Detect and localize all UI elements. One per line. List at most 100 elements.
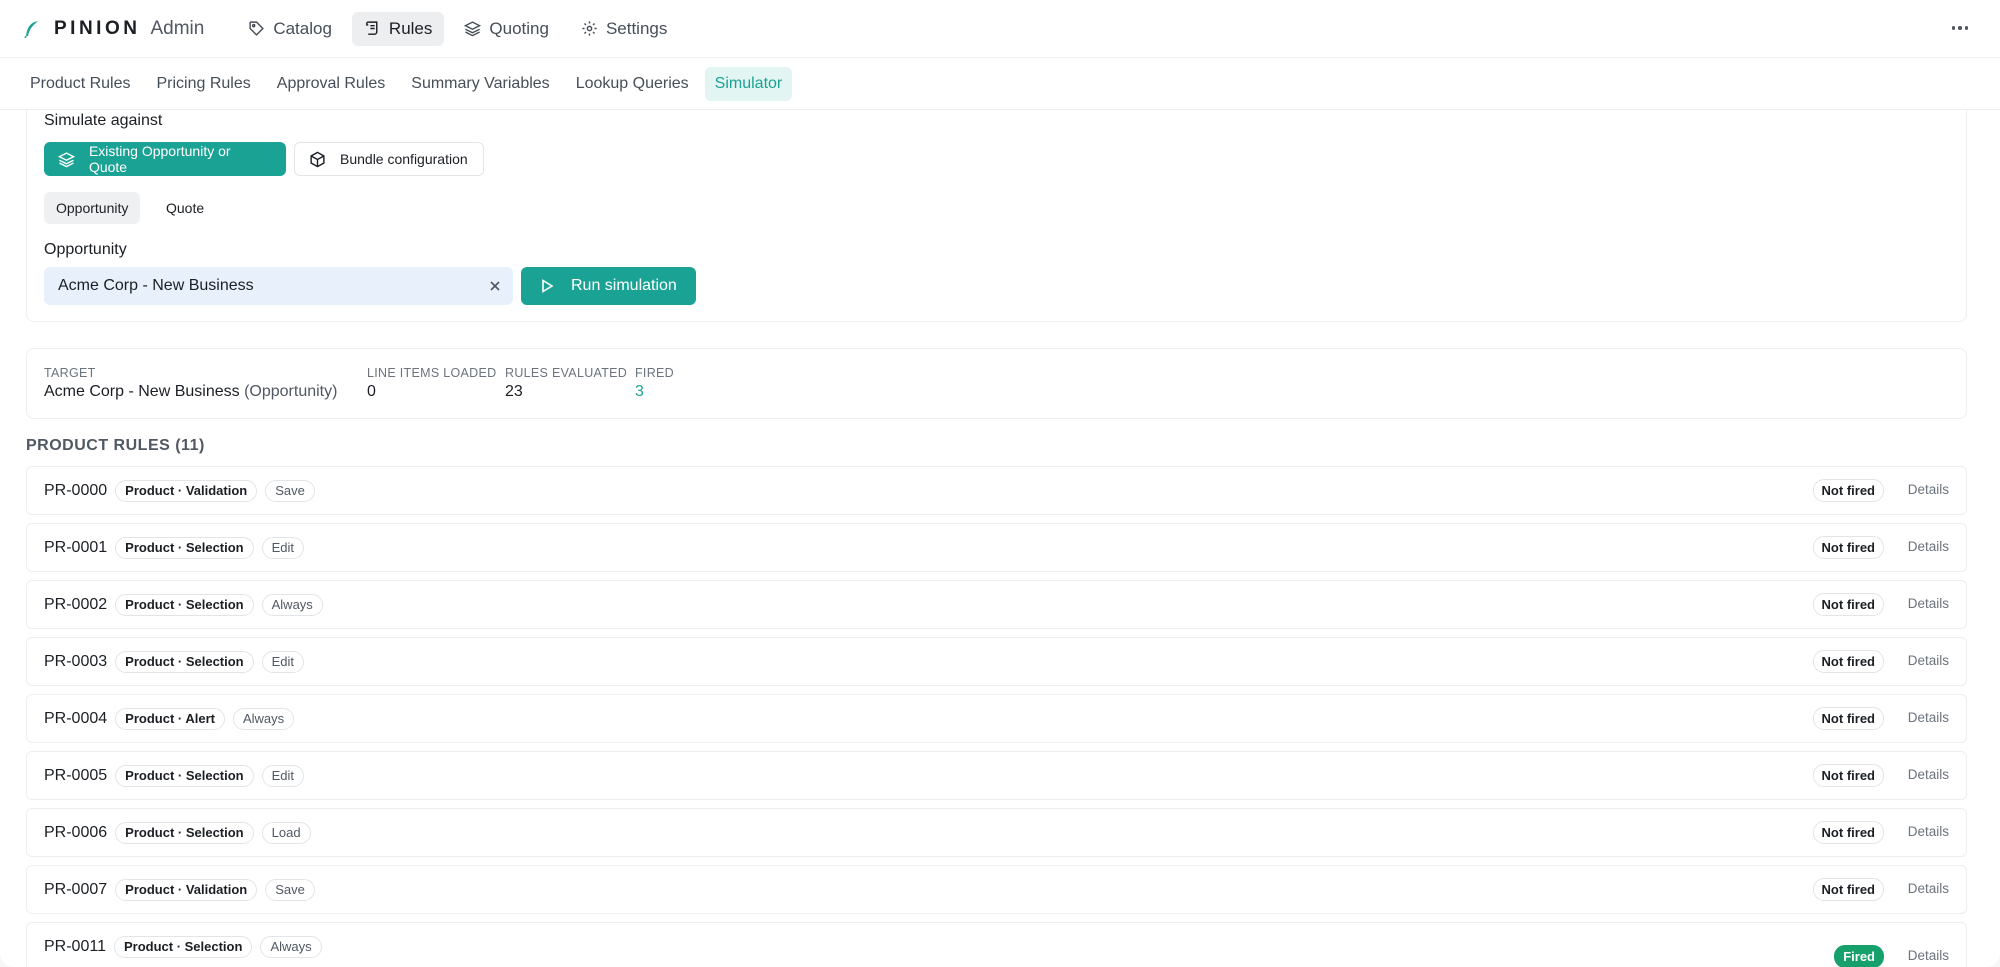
tab-product-rules[interactable]: Product Rules <box>20 67 141 101</box>
tab-summary-variables[interactable]: Summary Variables <box>401 67 559 101</box>
rule-id: PR-0000 <box>44 481 108 499</box>
rules-subnav: Product Rules Pricing Rules Approval Rul… <box>0 58 2000 110</box>
scroll-icon <box>366 21 378 35</box>
layers-icon <box>58 151 75 167</box>
stat-rules-evaluated-value: 23 <box>505 383 523 400</box>
rule-row[interactable]: PR-0005 Product · Selection Edit Not fir… <box>26 751 1967 800</box>
stat-fired-label: FIRED <box>635 366 674 380</box>
rule-row[interactable]: PR-0003 Product · Selection Edit Not fir… <box>26 637 1967 686</box>
rule-id: PR-0007 <box>44 880 108 898</box>
stat-line-items-value: 0 <box>367 383 376 400</box>
details-link[interactable]: Details <box>1908 482 1949 497</box>
rule-trigger-tag: Always <box>232 707 295 730</box>
status-badge: Not fired <box>1812 650 1884 673</box>
more-options-icon[interactable] <box>1950 18 1970 38</box>
rule-trigger-tag: Save <box>265 479 315 502</box>
status-badge: Not fired <box>1812 536 1884 559</box>
rule-id: PR-0011 <box>44 937 106 955</box>
details-link[interactable]: Details <box>1908 710 1949 725</box>
rule-trigger-tag: Edit <box>261 650 305 673</box>
simulate-panel: Simulate against Existing Opportunity or… <box>26 110 1967 322</box>
stat-target: TARGET Acme Corp - New Business (Opportu… <box>44 366 337 401</box>
rule-type-tag: Product · Validation <box>115 878 258 901</box>
rule-type-tag: Product · Selection <box>113 935 253 958</box>
stat-line-items-label: LINE ITEMS LOADED <box>367 366 497 380</box>
stat-rules-evaluated: RULES EVALUATED 23 <box>505 366 627 401</box>
topnav-rules[interactable]: Rules <box>351 11 445 46</box>
details-link[interactable]: Details <box>1908 824 1949 839</box>
details-link[interactable]: Details <box>1908 881 1949 896</box>
simulation-summary: TARGET Acme Corp - New Business (Opportu… <box>26 348 1967 419</box>
segment-opportunity[interactable]: Opportunity <box>44 192 141 224</box>
brand-name: PINION <box>54 17 141 39</box>
tab-approval-rules[interactable]: Approval Rules <box>267 67 396 101</box>
box-icon <box>310 151 325 167</box>
topnav-settings[interactable]: Settings <box>569 12 679 46</box>
status-badge: Not fired <box>1812 878 1884 901</box>
status-badge: Not fired <box>1812 821 1884 844</box>
stat-line-items: LINE ITEMS LOADED 0 <box>367 366 496 401</box>
stat-fired-value: 3 <box>635 383 644 400</box>
opportunity-label: Opportunity <box>44 241 127 258</box>
rule-row[interactable]: PR-0011 Product · Selection Always Fired… <box>26 922 1967 967</box>
rule-row[interactable]: PR-0002 Product · Selection Always Not f… <box>26 580 1967 629</box>
rule-row[interactable]: PR-0004 Product · Alert Always Not fired… <box>26 694 1967 743</box>
opportunity-input[interactable]: Acme Corp - New Business <box>44 267 513 305</box>
top-bar: PINION Admin Catalog Rules Quoting Setti… <box>0 0 2000 58</box>
stat-fired: FIRED 3 <box>635 366 674 401</box>
topnav-label: Catalog <box>273 18 332 38</box>
tab-lookup-queries[interactable]: Lookup Queries <box>566 67 699 101</box>
topnav-catalog[interactable]: Catalog <box>236 12 344 46</box>
status-badge: Not fired <box>1812 707 1884 730</box>
rule-type-tag: Product · Validation <box>115 479 258 502</box>
rule-trigger-tag: Edit <box>261 536 305 559</box>
status-badge-fired: Fired <box>1834 945 1884 967</box>
details-link[interactable]: Details <box>1908 767 1949 782</box>
run-simulation-button[interactable]: Run simulation <box>521 267 696 305</box>
status-badge: Not fired <box>1812 764 1884 787</box>
close-icon[interactable] <box>487 278 503 294</box>
rule-row[interactable]: PR-0001 Product · Selection Edit Not fir… <box>26 523 1967 572</box>
rule-trigger-tag: Save <box>265 878 315 901</box>
feather-logo-icon <box>24 20 38 38</box>
run-simulation-label: Run simulation <box>571 277 677 294</box>
rule-trigger-tag: Always <box>260 935 322 958</box>
rule-id: PR-0001 <box>44 538 108 556</box>
layers-icon <box>464 21 482 37</box>
existing-opportunity-button[interactable]: Existing Opportunity or Quote <box>44 142 286 176</box>
details-link[interactable]: Details <box>1908 948 1949 963</box>
bundle-configuration-button[interactable]: Bundle configuration <box>294 142 484 176</box>
rule-id: PR-0002 <box>44 595 108 613</box>
stat-rules-evaluated-label: RULES EVALUATED <box>505 366 628 380</box>
topnav-quoting[interactable]: Quoting <box>452 12 561 46</box>
rule-type-tag: Product · Selection <box>115 764 254 787</box>
rule-id: PR-0003 <box>44 652 108 670</box>
rule-type-tag: Product · Selection <box>115 821 254 844</box>
rule-id: PR-0005 <box>44 766 108 784</box>
stat-target-value: Acme Corp - New Business (Opportunity) <box>44 383 338 400</box>
status-badge: Not fired <box>1812 479 1884 502</box>
rule-type-tag: Product · Alert <box>115 707 225 730</box>
rule-row[interactable]: PR-0006 Product · Selection Load Not fir… <box>26 808 1967 857</box>
details-link[interactable]: Details <box>1908 596 1949 611</box>
gear-icon <box>582 21 597 36</box>
rule-type-tag: Product · Selection <box>115 593 254 616</box>
rule-id: PR-0004 <box>44 709 108 727</box>
app-window: PINION Admin Catalog Rules Quoting Setti… <box>0 0 2000 967</box>
segment-quote[interactable]: Quote <box>154 192 216 224</box>
simulate-against-label: Simulate against <box>44 112 163 129</box>
rule-row[interactable]: PR-0000 Product · Validation Save Not fi… <box>26 466 1967 515</box>
details-link[interactable]: Details <box>1908 539 1949 554</box>
rule-type-tag: Product · Selection <box>115 536 254 559</box>
tab-pricing-rules[interactable]: Pricing Rules <box>147 67 261 101</box>
rule-row[interactable]: PR-0007 Product · Validation Save Not fi… <box>26 865 1967 914</box>
details-link[interactable]: Details <box>1908 653 1949 668</box>
tab-simulator[interactable]: Simulator <box>704 66 793 101</box>
rule-type-tag: Product · Selection <box>115 650 254 673</box>
brand-section: Admin <box>150 17 205 39</box>
rule-trigger-tag: Edit <box>261 764 305 787</box>
brand[interactable]: PINION Admin <box>24 18 204 40</box>
opportunity-value: Acme Corp - New Business <box>58 277 254 294</box>
topnav-label: Settings <box>605 18 668 38</box>
rule-trigger-tag: Always <box>261 593 323 616</box>
